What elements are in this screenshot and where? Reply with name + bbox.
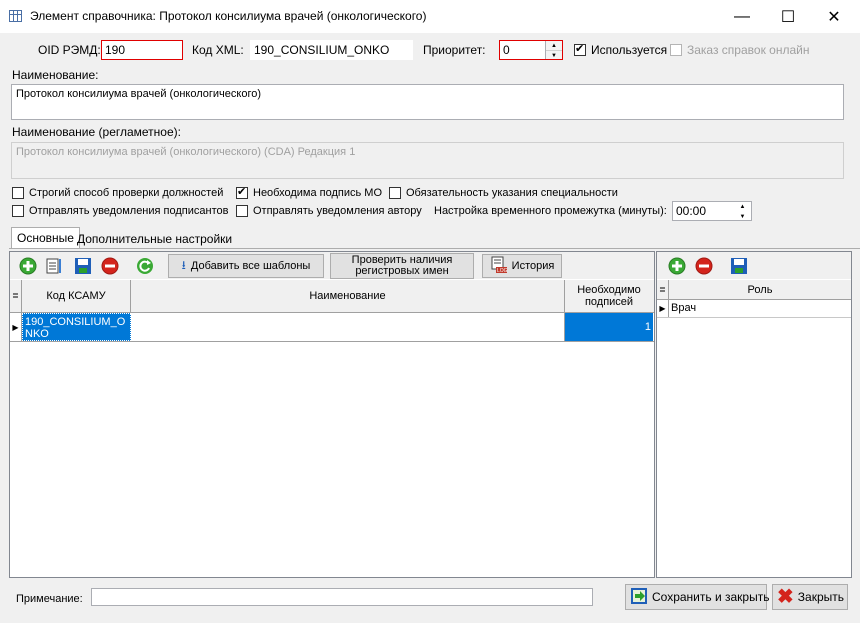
main-grid-header: ≣ Код КСАМУ Наименование Необходимо подп…: [10, 280, 654, 313]
save-icon[interactable]: [74, 257, 92, 275]
spin-down-icon[interactable]: ▼: [734, 212, 751, 220]
note-input[interactable]: [91, 588, 593, 606]
notify-signers-checkbox[interactable]: [12, 205, 24, 217]
oid-input[interactable]: 190: [101, 40, 183, 60]
priority-value[interactable]: 0: [500, 41, 545, 59]
spec-required-row[interactable]: Обязательность указания специальности: [389, 187, 618, 199]
close-button[interactable]: ✖ Закрыть: [772, 584, 848, 610]
remove-role-icon[interactable]: [695, 257, 713, 275]
used-checkbox[interactable]: [574, 42, 586, 56]
col-code-header[interactable]: Код КСАМУ: [22, 280, 131, 312]
cell-signs[interactable]: 1: [565, 313, 653, 341]
priority-spin-buttons[interactable]: ▲ ▼: [545, 41, 562, 59]
tab-main[interactable]: Основные: [11, 227, 80, 249]
note-label: Примечание:: [16, 593, 83, 605]
delete-icon[interactable]: [101, 257, 119, 275]
reg-name-textarea: Протокол консилиума врачей (онкологическ…: [11, 142, 844, 179]
save-close-button[interactable]: Сохранить и закрыть: [625, 584, 770, 610]
close-x-icon: ✖: [777, 586, 794, 608]
oid-label: OID РЭМД:: [38, 43, 101, 57]
save-close-label: Сохранить и закрыть: [652, 590, 770, 604]
history-button[interactable]: LOG История: [482, 254, 562, 278]
online-checkbox-row: Заказ справок онлайн: [670, 43, 809, 57]
time-spin-buttons[interactable]: ▲ ▼: [734, 202, 751, 220]
need-sign-label: Необходима подпись МО: [253, 187, 383, 199]
online-label: Заказ справок онлайн: [687, 43, 810, 57]
name-textarea[interactable]: Протокол консилиума врачей (онкологическ…: [11, 84, 844, 120]
table-row[interactable]: ▶ 190_CONSILIUM_ONKO 1: [10, 313, 654, 342]
need-sign-checkbox[interactable]: [236, 185, 248, 199]
spec-required-checkbox[interactable]: [389, 187, 401, 199]
title-bar: Элемент справочника: Протокол консилиума…: [0, 0, 860, 33]
app-icon: [9, 10, 22, 22]
notify-author-label: Отправлять уведомления автору: [253, 205, 422, 217]
row-indicator-header: ≣: [10, 280, 22, 312]
cell-name[interactable]: [131, 313, 565, 341]
col-role-header[interactable]: Роль: [669, 280, 851, 299]
check-reg-names-button[interactable]: Проверить наличия регистровых имен: [330, 253, 474, 279]
col-signs-header[interactable]: Необходимо подписей: [565, 280, 653, 312]
refresh-icon[interactable]: [136, 257, 154, 275]
add-icon[interactable]: [19, 257, 37, 275]
add-role-icon[interactable]: [668, 257, 686, 275]
time-spinner[interactable]: 00:00 ▲ ▼: [672, 201, 752, 221]
edit-list-icon[interactable]: [45, 257, 63, 275]
add-all-templates-button[interactable]: ⭳ Добавить все шаблоны: [168, 254, 324, 278]
col-name-header[interactable]: Наименование: [131, 280, 565, 312]
save-role-icon[interactable]: [730, 257, 748, 275]
time-value[interactable]: 00:00: [673, 202, 734, 220]
notify-author-row[interactable]: Отправлять уведомления автору: [236, 205, 422, 217]
close-label: Закрыть: [797, 590, 844, 604]
minimize-button[interactable]: —: [719, 0, 765, 33]
name-label: Наименование:: [12, 68, 99, 82]
history-label: История: [511, 260, 555, 272]
download-icon: ⭳: [181, 257, 186, 272]
cell-role[interactable]: Врач: [669, 300, 851, 317]
priority-label: Приоритет:: [423, 43, 486, 57]
strict-check-row[interactable]: Строгий способ проверки должностей: [12, 187, 223, 199]
tab-divider: [9, 248, 860, 249]
spin-up-icon[interactable]: ▲: [546, 41, 562, 51]
roles-grid-header: ≣ Роль: [657, 280, 851, 300]
notify-signers-row[interactable]: Отправлять уведомления подписантов: [12, 205, 228, 217]
cell-code[interactable]: 190_CONSILIUM_ONKO: [22, 313, 131, 341]
priority-spinner[interactable]: 0 ▲ ▼: [499, 40, 563, 60]
row-indicator-header: ≣: [657, 280, 669, 299]
svg-text:LOG: LOG: [497, 268, 508, 274]
time-label: Настройка временного промежутка (минуты)…: [434, 205, 667, 217]
spec-required-label: Обязательность указания специальности: [406, 187, 618, 199]
add-all-templates-label: Добавить все шаблоны: [190, 260, 311, 272]
notify-author-checkbox[interactable]: [236, 205, 248, 217]
close-window-button[interactable]: ✕: [811, 0, 857, 33]
roles-toolbar: [657, 252, 851, 279]
spin-down-icon[interactable]: ▼: [546, 51, 562, 59]
used-checkbox-row[interactable]: Используется: [574, 42, 668, 57]
save-exit-icon: [630, 587, 648, 608]
xml-label: Код XML:: [192, 43, 244, 57]
reg-name-label: Наименование (регламетное):: [12, 125, 181, 139]
tab-extra[interactable]: Дополнительные настройки: [72, 229, 237, 249]
notify-signers-label: Отправлять уведомления подписантов: [29, 205, 229, 217]
row-pointer-icon: ▶: [657, 300, 669, 317]
strict-check-label: Строгий способ проверки должностей: [29, 187, 224, 199]
need-sign-row[interactable]: Необходима подпись МО: [236, 185, 383, 199]
window-title: Элемент справочника: Протокол консилиума…: [30, 9, 427, 23]
check-reg-names-label: Проверить наличия регистровых имен: [351, 254, 453, 277]
spin-up-icon[interactable]: ▲: [734, 202, 751, 212]
history-log-icon: LOG: [490, 256, 508, 277]
online-checkbox: [670, 44, 682, 56]
maximize-button[interactable]: ☐: [765, 0, 811, 33]
xml-input[interactable]: 190_CONSILIUM_ONKO: [250, 40, 413, 60]
strict-check-checkbox[interactable]: [12, 187, 24, 199]
row-pointer-icon: ▶: [10, 313, 22, 341]
used-label: Используется: [591, 43, 668, 57]
list-item[interactable]: ▶ Врач: [657, 300, 851, 318]
